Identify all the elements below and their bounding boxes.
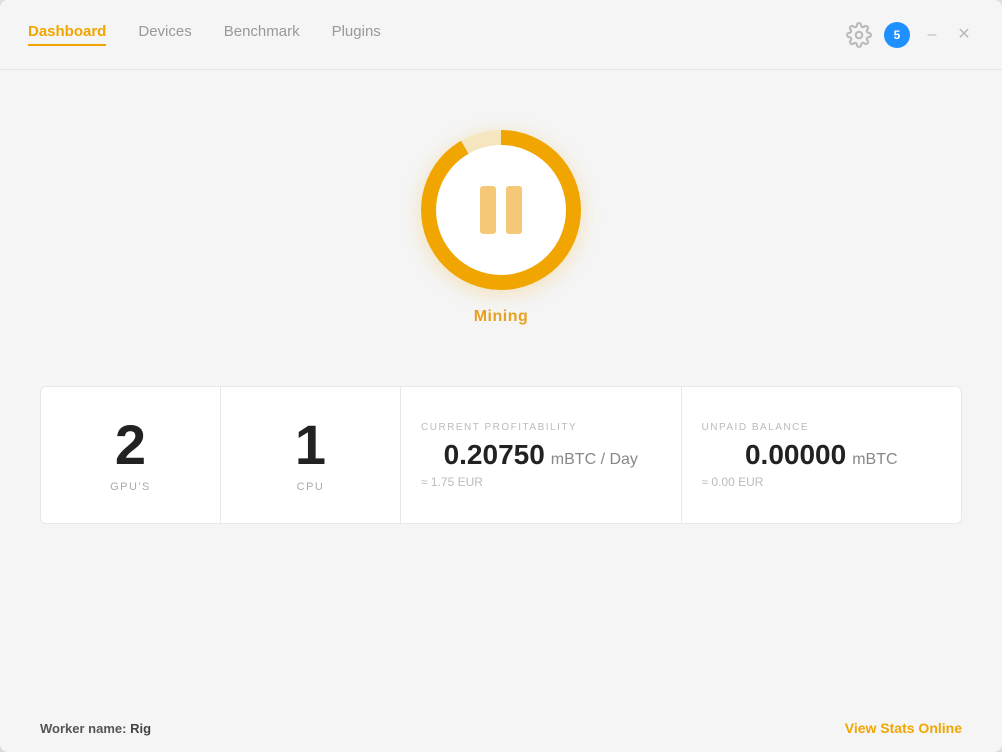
settings-icon[interactable] xyxy=(846,22,872,48)
stats-panel: 2 GPU'S 1 CPU CURRENT PROFITABILITY 0.20… xyxy=(40,386,962,524)
gpu-count-value: 2 xyxy=(115,417,146,473)
nav-tabs: Dashboard Devices Benchmark Plugins xyxy=(28,23,846,46)
gpu-count-cell: 2 GPU'S xyxy=(41,387,221,523)
view-stats-link[interactable]: View Stats Online xyxy=(845,720,962,736)
minimize-button[interactable]: – xyxy=(922,27,942,43)
profitability-unit: mBTC / Day xyxy=(551,451,638,469)
gpu-count-label: GPU'S xyxy=(110,481,151,493)
pause-icon xyxy=(480,186,522,234)
pause-bar-left xyxy=(480,186,496,234)
tab-devices[interactable]: Devices xyxy=(138,23,191,46)
balance-eur: ≈ 0.00 EUR xyxy=(702,475,764,489)
pause-bar-right xyxy=(506,186,522,234)
notification-badge[interactable]: 5 xyxy=(884,22,910,48)
mining-status-label: Mining xyxy=(474,308,529,326)
mining-toggle-button[interactable] xyxy=(421,130,581,290)
footer: Worker name: Rig View Stats Online xyxy=(0,704,1002,752)
worker-name-label: Worker name: Rig xyxy=(40,721,151,736)
worker-prefix: Worker name: xyxy=(40,721,130,736)
profitability-eur: ≈ 1.75 EUR xyxy=(421,475,483,489)
profitability-value: 0.20750 mBTC / Day xyxy=(444,439,638,471)
tab-dashboard[interactable]: Dashboard xyxy=(28,23,106,46)
main-content: Mining 2 GPU'S 1 CPU CURRENT PROFITABILI… xyxy=(0,70,1002,704)
header: Dashboard Devices Benchmark Plugins 5 – … xyxy=(0,0,1002,70)
profitability-title: CURRENT PROFITABILITY xyxy=(421,422,577,433)
app-window: Dashboard Devices Benchmark Plugins 5 – … xyxy=(0,0,1002,752)
mining-button-wrapper: Mining xyxy=(421,130,581,326)
worker-name-value: Rig xyxy=(130,721,151,736)
cpu-count-value: 1 xyxy=(295,417,326,473)
balance-value: 0.00000 mBTC xyxy=(745,439,898,471)
balance-cell: UNPAID BALANCE 0.00000 mBTC ≈ 0.00 EUR xyxy=(682,387,962,523)
balance-number: 0.00000 xyxy=(745,439,846,471)
header-controls: 5 – ✕ xyxy=(846,22,974,48)
cpu-count-cell: 1 CPU xyxy=(221,387,401,523)
cpu-count-label: CPU xyxy=(297,481,325,493)
balance-title: UNPAID BALANCE xyxy=(702,422,810,433)
tab-benchmark[interactable]: Benchmark xyxy=(224,23,300,46)
profitability-number: 0.20750 xyxy=(444,439,545,471)
close-button[interactable]: ✕ xyxy=(954,27,974,43)
balance-unit: mBTC xyxy=(852,451,897,469)
tab-plugins[interactable]: Plugins xyxy=(332,23,381,46)
profitability-cell: CURRENT PROFITABILITY 0.20750 mBTC / Day… xyxy=(401,387,682,523)
